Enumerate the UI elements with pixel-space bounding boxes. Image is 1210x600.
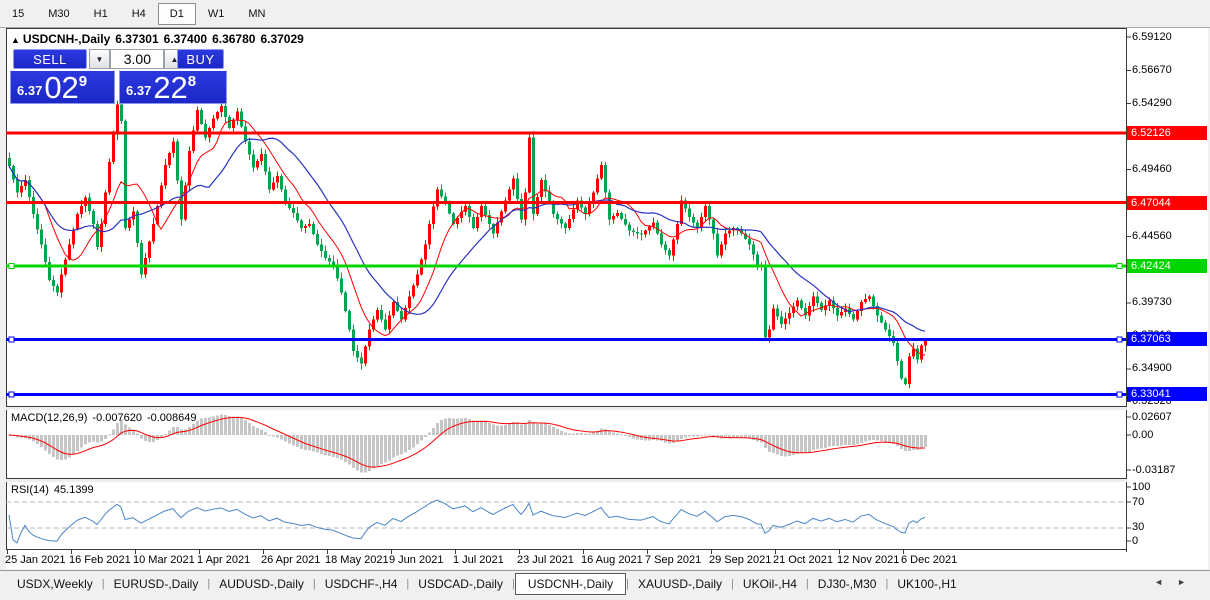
buy-button[interactable]: BUY: [177, 49, 224, 69]
ohlc-close: 6.37029: [260, 32, 303, 46]
level-line-6.33041[interactable]: [6, 392, 1126, 397]
tab-audusd-daily[interactable]: AUDUSD-,Daily: [210, 573, 313, 595]
price-tick: 6.34900: [1132, 362, 1172, 375]
ohlc-low: 6.36780: [212, 32, 255, 46]
rsi-label: RSI(14) 45.1399: [11, 484, 99, 496]
sell-price-sup: 9: [79, 73, 87, 90]
date-tick: 21 Oct 2021: [773, 554, 833, 566]
ohlc-open: 6.37301: [115, 32, 158, 46]
tab-usdx-weekly[interactable]: USDX,Weekly: [8, 573, 102, 595]
pane-separator-macd[interactable]: [6, 407, 1127, 410]
timeframe-button-15[interactable]: 15: [0, 3, 36, 25]
tab-eurusd-daily[interactable]: EURUSD-,Daily: [105, 573, 208, 595]
date-tick: 29 Sep 2021: [709, 554, 771, 566]
rsi-tick: 70: [1132, 496, 1144, 509]
level-line-handle[interactable]: [1117, 337, 1122, 342]
price-badge-6.42424: 6.42424: [1127, 259, 1207, 273]
level-line-6.42424[interactable]: [6, 263, 1126, 268]
date-tick: 16 Aug 2021: [581, 554, 643, 566]
tab-dj30-m30[interactable]: DJ30-,M30: [809, 573, 886, 595]
price-tick: 6.39730: [1132, 296, 1172, 309]
timeframe-toolbar: 15M30H1H4D1W1MN: [0, 0, 1210, 28]
timeframe-button-D1[interactable]: D1: [158, 3, 196, 25]
rsi-line: [9, 500, 925, 543]
date-tick: 26 Apr 2021: [261, 554, 320, 566]
price-badge-6.37063: 6.37063: [1127, 332, 1207, 346]
level-line-handle[interactable]: [9, 392, 14, 397]
level-line-handle[interactable]: [9, 263, 14, 268]
price-tick: 6.49460: [1132, 163, 1172, 176]
date-tick: 12 Nov 2021: [837, 554, 899, 566]
buy-price-prefix: 6.37: [126, 83, 151, 98]
collapse-panel-icon[interactable]: ▲: [11, 35, 20, 45]
timeframe-button-H4[interactable]: H4: [120, 3, 158, 25]
chart-symbol-period: USDCNH-,Daily: [23, 32, 110, 46]
date-tick: 10 Mar 2021: [133, 554, 195, 566]
macd-name: MACD(12,26,9): [11, 412, 87, 424]
rsi-tick: 30: [1132, 521, 1144, 534]
candlestick-series: [8, 100, 927, 388]
tab-ukoil-h4[interactable]: UKOil-,H4: [734, 573, 806, 595]
macd-tick: 0.02607: [1132, 411, 1172, 424]
macd-value: -0.007620: [92, 412, 142, 424]
timeframe-button-MN[interactable]: MN: [236, 3, 277, 25]
tab-usdcad-daily[interactable]: USDCAD-,Daily: [409, 573, 512, 595]
chart-title: ▲USDCNH-,Daily 6.37301 6.37400 6.36780 6.370…: [11, 32, 309, 46]
date-tick: 25 Jan 2021: [5, 554, 66, 566]
tabbar-scroll-left-icon[interactable]: ◄: [1154, 577, 1177, 587]
price-badge-6.33041: 6.33041: [1127, 387, 1207, 401]
ma-slow-line: [9, 138, 925, 331]
timeframe-button-M30[interactable]: M30: [36, 3, 81, 25]
level-line-handle[interactable]: [9, 337, 14, 342]
tab-usdchf-h4[interactable]: USDCHF-,H4: [316, 573, 407, 595]
macd-label: MACD(12,26,9) -0.007620 -0.008649: [11, 412, 202, 424]
tab-uk100-h1[interactable]: UK100-,H1: [888, 573, 965, 595]
date-tick: 16 Feb 2021: [69, 554, 131, 566]
price-tick: 6.56670: [1132, 64, 1172, 77]
volume-input[interactable]: 3.00: [110, 49, 164, 69]
pane-separator-rsi[interactable]: [6, 479, 1127, 482]
left-window-margin: [0, 28, 6, 569]
date-tick: 1 Apr 2021: [197, 554, 250, 566]
level-line-6.37063[interactable]: [6, 337, 1126, 342]
level-line-handle[interactable]: [1117, 392, 1122, 397]
buy-price-sup: 8: [188, 73, 196, 90]
timeframe-button-H1[interactable]: H1: [82, 3, 120, 25]
sell-button[interactable]: SELL: [13, 49, 87, 69]
ohlc-high: 6.37400: [164, 32, 207, 46]
price-tick: 6.59120: [1132, 31, 1172, 44]
rsi-tick: 100: [1132, 481, 1150, 494]
volume-decrease-button[interactable]: ▼: [89, 49, 110, 69]
price-tick: 6.44560: [1132, 230, 1172, 243]
sell-price-prefix: 6.37: [17, 83, 42, 98]
macd-tick: 0.00: [1132, 429, 1153, 442]
date-tick: 9 Jun 2021: [389, 554, 443, 566]
buy-price-big: 22: [153, 73, 187, 102]
macd-signal-value: -0.008649: [147, 412, 197, 424]
date-tick: 1 Jul 2021: [453, 554, 504, 566]
level-line-handle[interactable]: [1117, 263, 1122, 268]
tab-usdcnh-daily[interactable]: USDCNH-,Daily: [515, 573, 626, 595]
chart-tabbar: USDX,Weekly|EURUSD-,Daily|AUDUSD-,Daily|…: [0, 571, 1210, 597]
tabbar-scroll-arrows[interactable]: ◄►: [1154, 577, 1200, 587]
date-tick: 23 Jul 2021: [517, 554, 574, 566]
macd-tick: -0.03187: [1132, 464, 1175, 477]
one-click-trading-panel: SELL ▼ 3.00 ▲ BUY 6.37 02 9 6.37 22 8: [9, 47, 228, 105]
rsi-value: 45.1399: [54, 484, 94, 496]
rsi-name: RSI(14): [11, 484, 49, 496]
ma-fast-line: [9, 120, 925, 355]
tabbar-scroll-right-icon[interactable]: ►: [1177, 577, 1200, 587]
sell-price-display[interactable]: 6.37 02 9: [10, 70, 115, 104]
price-tick: 6.54290: [1132, 97, 1172, 110]
date-tick: 6 Dec 2021: [901, 554, 957, 566]
sell-price-big: 02: [44, 73, 78, 102]
timeframe-button-W1[interactable]: W1: [196, 3, 237, 25]
date-tick: 7 Sep 2021: [645, 554, 701, 566]
price-badge-6.52126: 6.52126: [1127, 126, 1207, 140]
date-tick: 18 May 2021: [325, 554, 389, 566]
buy-price-display[interactable]: 6.37 22 8: [119, 70, 227, 104]
rsi-tick: 0: [1132, 535, 1138, 548]
tab-xauusd-daily[interactable]: XAUUSD-,Daily: [629, 573, 731, 595]
price-badge-6.47044: 6.47044: [1127, 196, 1207, 210]
